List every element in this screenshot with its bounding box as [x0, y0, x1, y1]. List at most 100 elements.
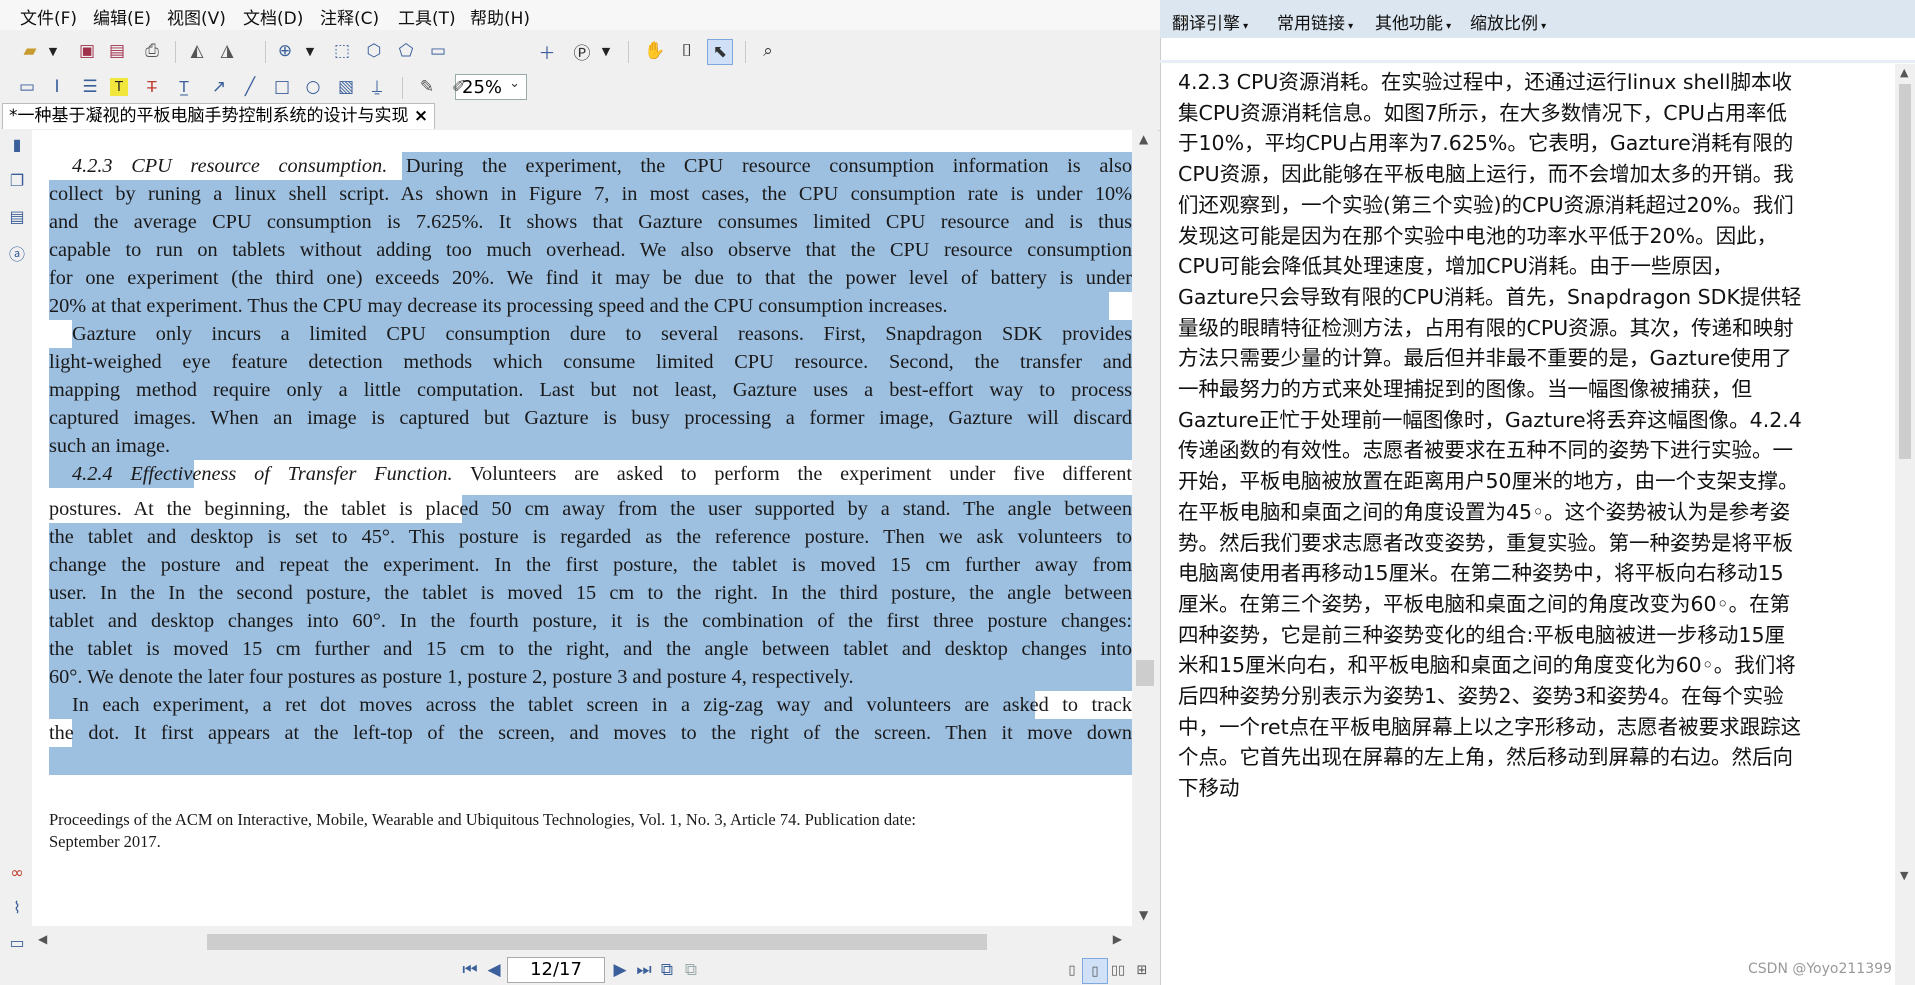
- document-line: mapping method require only a little com…: [49, 379, 1132, 401]
- attachment-icon[interactable]: ⌇: [6, 898, 28, 920]
- scroll-up-icon[interactable]: ▲: [1900, 66, 1908, 79]
- scroll-left-icon[interactable]: ◀: [38, 932, 47, 946]
- line-icon[interactable]: ╱: [238, 75, 262, 99]
- scrollbar-thumb[interactable]: [1136, 660, 1154, 686]
- strikeout-icon[interactable]: T̶: [140, 75, 164, 99]
- document-line: the tablet and desktop is set to 45°. Th…: [49, 526, 1132, 548]
- highlight-icon[interactable]: T: [110, 78, 128, 96]
- scroll-down-icon[interactable]: ▼: [1139, 908, 1148, 922]
- page-footer: September 2017.: [49, 832, 161, 851]
- open-folder-icon[interactable]: ▰: [18, 39, 42, 63]
- watermark: CSDN @Yoyo211399: [1748, 961, 1892, 977]
- page-number-input[interactable]: 12/17: [507, 957, 605, 983]
- find-icon[interactable]: ⓐ: [6, 241, 28, 264]
- link-icon[interactable]: ∞: [6, 863, 28, 885]
- close-icon[interactable]: ×: [414, 106, 428, 126]
- toolbar-separator: [402, 77, 403, 99]
- facing-pages-icon[interactable]: ▯▯: [1106, 958, 1130, 982]
- section-heading: 4.2.3 CPU resource consumption.: [72, 155, 388, 177]
- note-icon[interactable]: ▭: [15, 75, 39, 99]
- fit-width-icon[interactable]: ⬡: [362, 39, 386, 63]
- horizontal-scrollbar[interactable]: ◀ ▶: [32, 926, 1132, 956]
- last-page-icon[interactable]: ⏭: [632, 958, 656, 982]
- menu-annotate[interactable]: 注释(C): [320, 4, 379, 29]
- menu-file[interactable]: 文件(F): [20, 4, 77, 29]
- actual-size-icon[interactable]: ⬠: [394, 39, 418, 63]
- document-line: tablet and desktop changes into 60°. In …: [49, 610, 1132, 632]
- go-back-icon[interactable]: ⧉: [655, 958, 679, 982]
- image-icon[interactable]: ▧: [334, 75, 358, 99]
- comments-icon[interactable]: ▭: [6, 933, 28, 955]
- scroll-up-icon[interactable]: ▲: [1139, 132, 1148, 146]
- rotate-left-icon[interactable]: ◭: [185, 39, 209, 63]
- save-all-icon[interactable]: ▤: [105, 39, 129, 63]
- underline-icon[interactable]: T̲: [172, 75, 196, 99]
- thumbnails-icon[interactable]: ❐: [6, 171, 28, 193]
- zoom-in-icon[interactable]: ⊕: [273, 39, 297, 63]
- menu-help[interactable]: 帮助(H): [470, 4, 530, 29]
- links-button[interactable]: 常用链接 ▾: [1277, 9, 1353, 34]
- play-icon[interactable]: Ⓟ: [570, 39, 594, 64]
- document-line: such an image.: [49, 435, 171, 457]
- scrollbar-thumb[interactable]: [207, 934, 987, 950]
- scrollbar-thumb[interactable]: [1899, 84, 1911, 459]
- go-forward-icon[interactable]: ⧉: [679, 958, 703, 982]
- document-line: 4.2.3 CPU resource consumption. During t…: [72, 152, 1132, 180]
- select-tool-icon[interactable]: ⬉: [707, 39, 733, 65]
- form-icon[interactable]: ✐: [447, 75, 471, 99]
- layers-icon[interactable]: ▤: [6, 207, 28, 229]
- play-dropdown-icon[interactable]: ▼: [599, 39, 613, 63]
- textbox-icon[interactable]: ☰: [78, 75, 102, 99]
- search-icon[interactable]: ⌕: [756, 39, 780, 63]
- open-dropdown-icon[interactable]: ▼: [46, 39, 60, 63]
- toolbar-separator: [175, 41, 176, 63]
- document-line: Gazture only incurs a limited CPU consum…: [72, 323, 1132, 345]
- translation-toolbar: ⁞ 翻译引擎 ▾ 常用链接 ▾ 其他功能 ▾ 缩放比例 ▾: [1160, 0, 1915, 38]
- continuous-facing-icon[interactable]: ⊞: [1130, 958, 1154, 982]
- other-functions-button[interactable]: 其他功能 ▾: [1375, 9, 1451, 34]
- section-heading: 4.2.4 Effectiveness of Transfer Function…: [72, 463, 453, 485]
- translation-scrollbar[interactable]: ▲ ▼: [1895, 64, 1915, 985]
- single-page-icon[interactable]: ▯: [1060, 958, 1084, 982]
- arrow-icon[interactable]: ↗: [207, 75, 231, 99]
- selection-highlight: [49, 747, 1132, 775]
- menu-edit[interactable]: 编辑(E): [93, 4, 151, 29]
- zoom-plus-icon[interactable]: ＋: [535, 39, 559, 64]
- zoom-out-icon[interactable]: ▭: [426, 39, 450, 63]
- vertical-scrollbar[interactable]: ▲ ▼: [1132, 130, 1158, 926]
- hand-tool-icon[interactable]: ✋: [643, 39, 667, 63]
- save-icon[interactable]: ▣: [75, 39, 99, 63]
- first-page-icon[interactable]: ⏮: [458, 958, 482, 982]
- snapshot-icon[interactable]: ⌷: [675, 39, 699, 63]
- document-line: the dot. It first appears at the left-to…: [49, 722, 1132, 744]
- main-toolbar: ▰ ▼ ▣ ▤ ⎙ ◭ ◮ ⊕ ▼ ⬚ ⬡ ⬠ ▭ 25% ⌄ ＋ Ⓟ ▼ ✋ ⌷…: [0, 36, 1160, 100]
- fit-page-icon[interactable]: ⬚: [330, 39, 354, 63]
- rotate-right-icon[interactable]: ◮: [215, 39, 239, 63]
- document-tab[interactable]: *一种基于凝视的平板电脑手势控制系统的设计与实现 ×: [2, 103, 436, 129]
- document-line: capable to run on tablets without adding…: [49, 239, 1132, 261]
- menu-document[interactable]: 文档(D): [243, 4, 303, 29]
- rectangle-icon[interactable]: □: [270, 75, 294, 99]
- edit-icon[interactable]: ✎: [415, 75, 439, 99]
- continuous-page-icon[interactable]: ▯: [1082, 958, 1108, 984]
- scroll-down-icon[interactable]: ▼: [1900, 869, 1908, 882]
- next-page-icon[interactable]: ▶: [608, 958, 632, 982]
- menu-view[interactable]: 视图(V): [167, 4, 226, 29]
- text-cursor-icon[interactable]: Ⅰ: [45, 75, 69, 99]
- zoom-ratio-button[interactable]: 缩放比例 ▾: [1470, 9, 1546, 34]
- zoom-dropdown-icon[interactable]: ▼: [303, 39, 317, 63]
- engine-button[interactable]: 翻译引擎 ▾: [1172, 9, 1248, 34]
- toolbar-separator: [265, 41, 266, 63]
- scroll-right-icon[interactable]: ▶: [1113, 932, 1122, 946]
- translation-line: 个点。它首先出现在屏幕的左上角，然后移动到屏幕的右边。然后向: [1178, 745, 1793, 770]
- document-line: light-weighed eye feature detection meth…: [49, 351, 1132, 373]
- line-text: During the experiment, the CPU resource …: [387, 155, 1132, 177]
- bookmarks-icon[interactable]: ▮: [6, 135, 28, 157]
- menu-tools[interactable]: 工具(T): [398, 4, 456, 29]
- ellipse-icon[interactable]: ○: [301, 75, 325, 99]
- previous-page-icon[interactable]: ◀: [482, 958, 506, 982]
- print-icon[interactable]: ⎙: [140, 39, 164, 63]
- toolbar-separator: [745, 41, 746, 63]
- stamp-icon[interactable]: ⍊: [365, 75, 389, 99]
- document-line: collect by runing a linux shell script. …: [49, 183, 1132, 205]
